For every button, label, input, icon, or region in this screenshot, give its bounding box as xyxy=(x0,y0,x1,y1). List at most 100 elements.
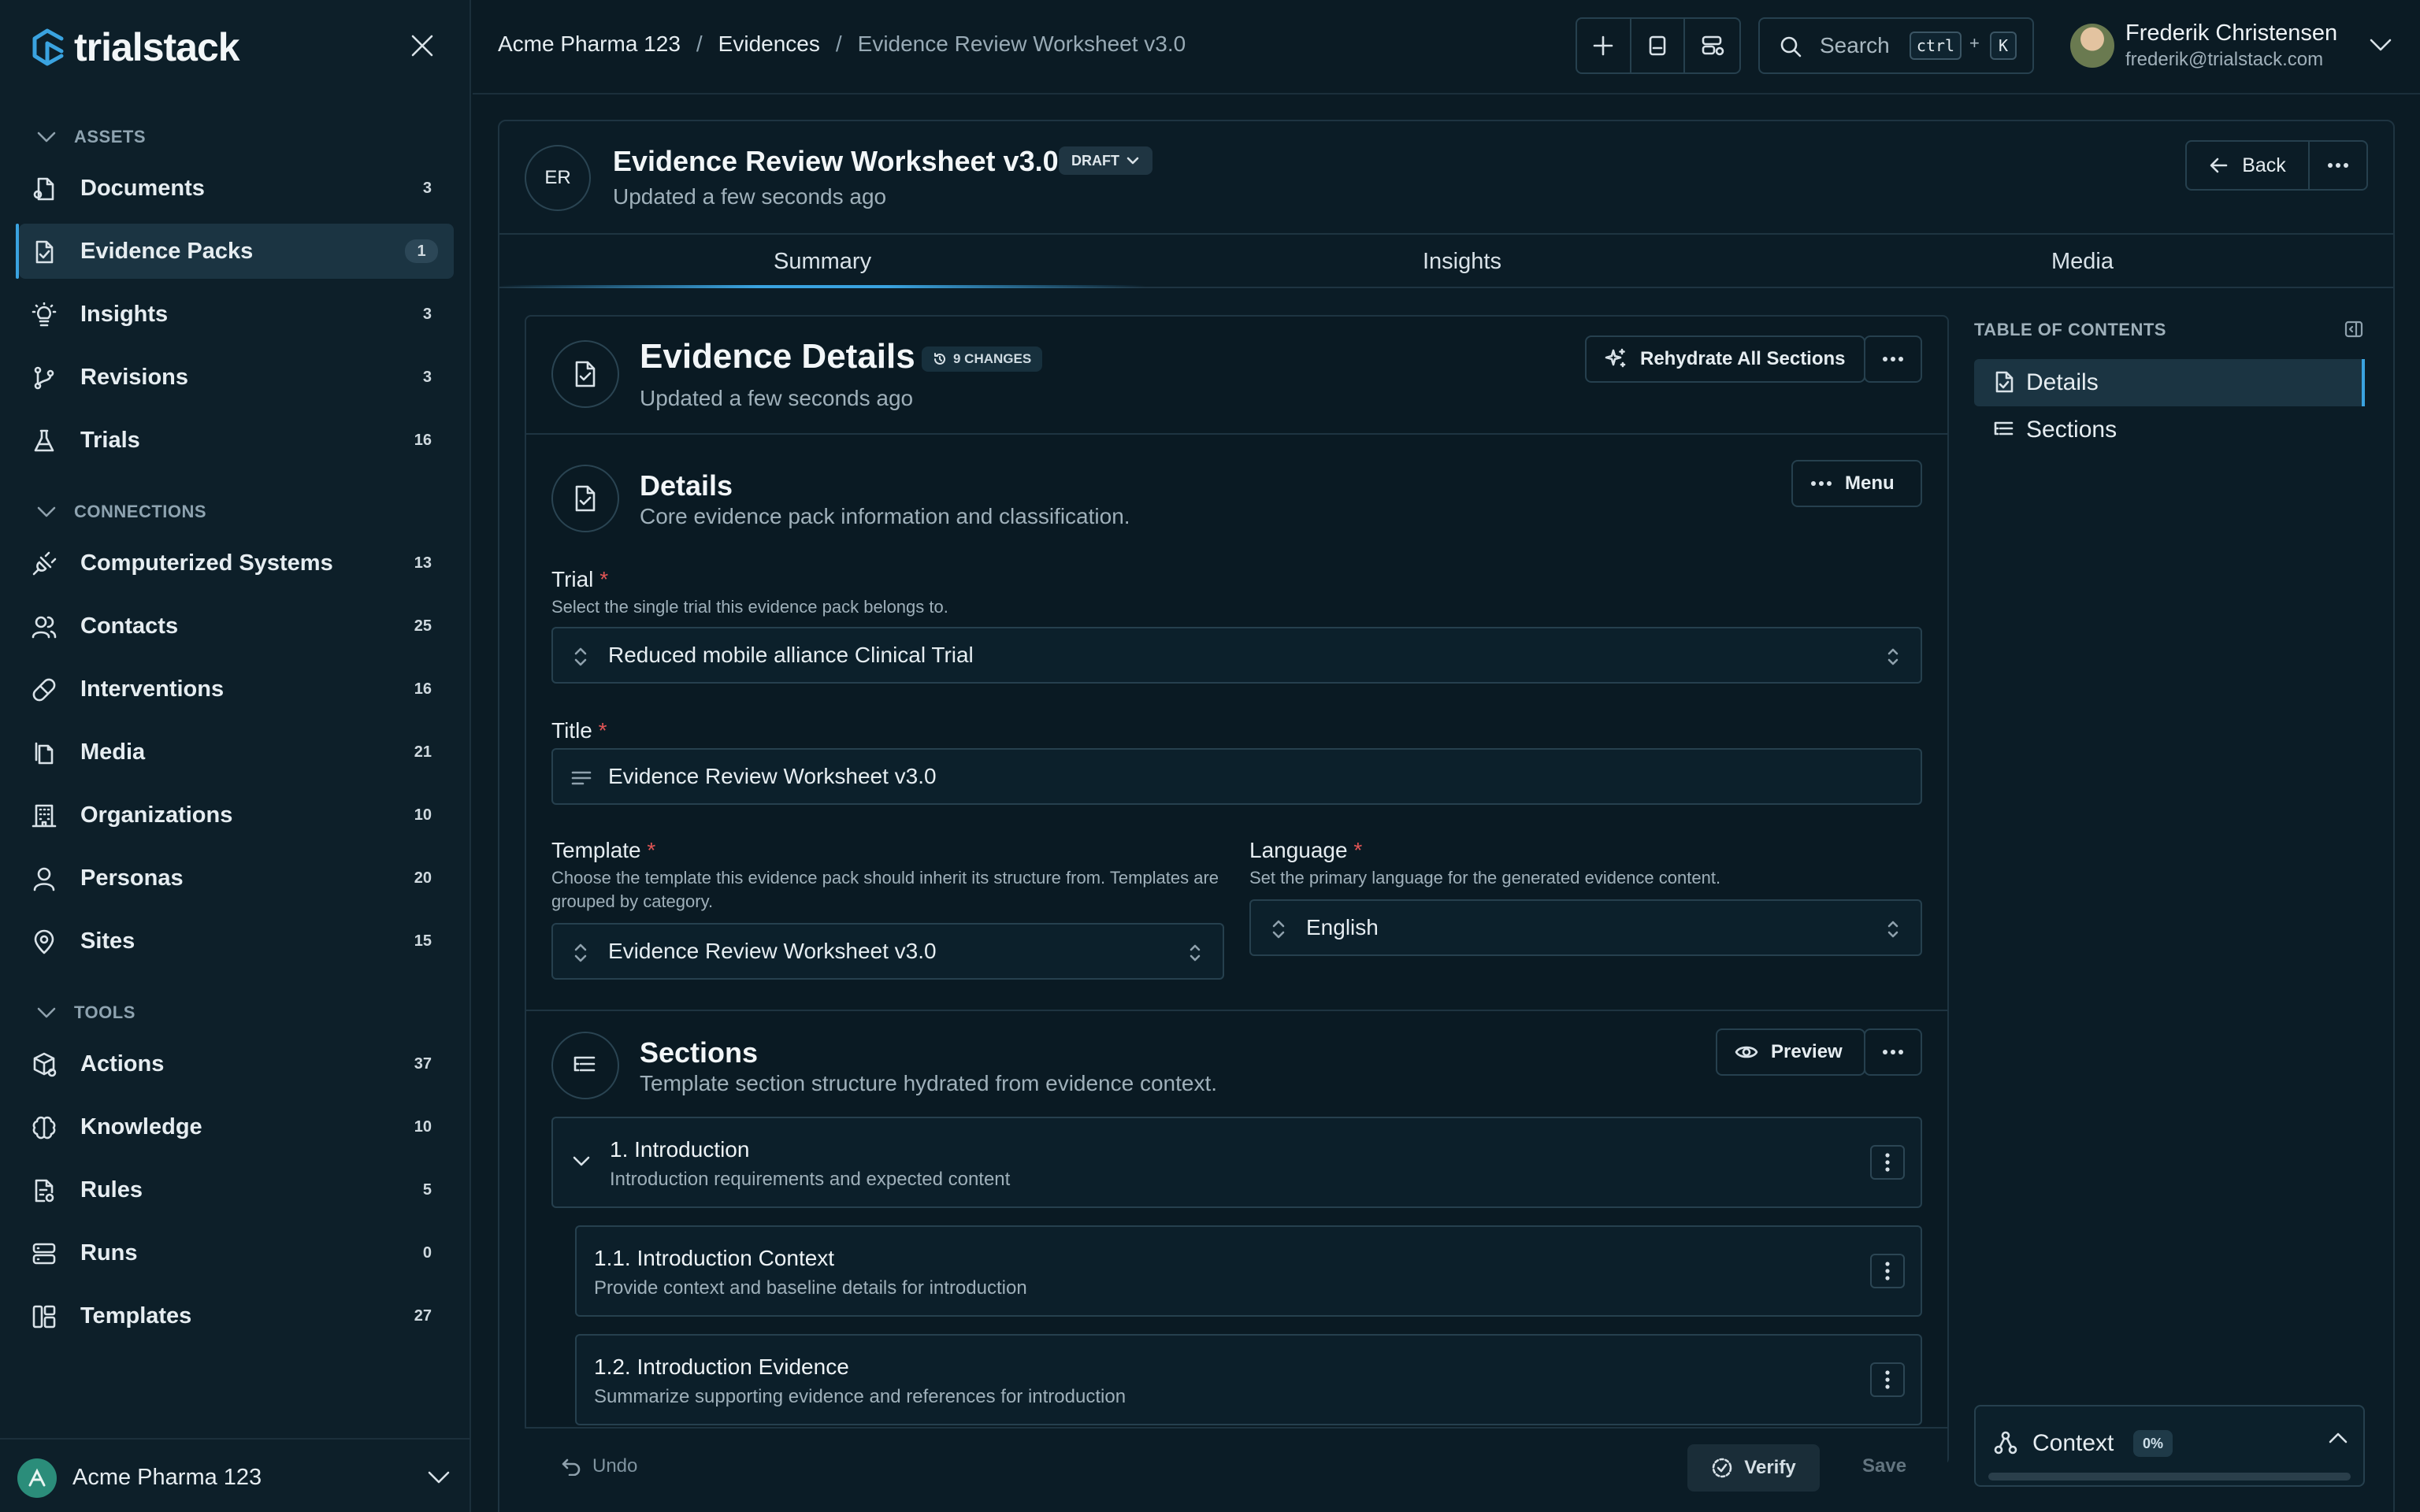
tab-insights[interactable]: Insights xyxy=(1423,249,1501,275)
panel-collapse-icon[interactable] xyxy=(2344,320,2363,339)
toc-item-sections[interactable]: Sections xyxy=(1974,406,2365,454)
org-switcher[interactable]: Acme Pharma 123 xyxy=(0,1438,471,1512)
sidebar-item-label: Rules xyxy=(80,1177,143,1203)
org-avatar xyxy=(17,1458,57,1498)
changes-badge[interactable]: 9 CHANGES xyxy=(922,346,1043,372)
sidebar-item-interventions[interactable]: Interventions 16 xyxy=(19,662,454,717)
sidebar-item-personas[interactable]: Personas 20 xyxy=(19,850,454,906)
section-title: 1.2. Introduction Evidence xyxy=(594,1354,849,1379)
add-button[interactable] xyxy=(1577,19,1631,72)
media-icon xyxy=(35,742,54,765)
map-pin-icon xyxy=(34,929,54,954)
page-title: Evidence Review Worksheet v3.0 xyxy=(613,145,1059,177)
evidence-icon-badge xyxy=(551,340,619,408)
evidence-pack-icon xyxy=(35,240,54,264)
title-value: Evidence Review Worksheet v3.0 xyxy=(608,764,937,788)
sidebar-item-sites[interactable]: Sites 15 xyxy=(19,914,454,969)
sections-title: Sections xyxy=(640,1036,759,1069)
sidebar-item-count: 25 xyxy=(414,617,432,635)
details-icon-badge xyxy=(551,465,619,532)
chevron-down-icon xyxy=(37,132,56,143)
sidebar-group-assets[interactable]: ASSETS xyxy=(36,123,146,151)
chevron-down-icon[interactable] xyxy=(2368,36,2393,54)
sidebar-item-trials[interactable]: Trials 16 xyxy=(19,413,454,468)
sidebar-item-rules[interactable]: Rules 5 xyxy=(19,1162,454,1217)
sidebar-item-media[interactable]: Media 21 xyxy=(19,724,454,780)
undo-icon xyxy=(562,1458,581,1476)
chevron-down-icon[interactable] xyxy=(572,1154,591,1169)
search-icon xyxy=(1780,36,1802,57)
section-menu-button[interactable] xyxy=(1870,1362,1905,1397)
context-percent: 0% xyxy=(2133,1430,2173,1457)
sidebar-item-documents[interactable]: Documents 3 xyxy=(19,161,454,216)
user-avatar[interactable] xyxy=(2070,24,2114,68)
more-horizontal-icon xyxy=(1883,357,1903,361)
tab-summary[interactable]: Summary xyxy=(774,249,871,275)
sidebar-group-connections[interactable]: CONNECTIONS xyxy=(36,498,206,526)
list-tree-icon xyxy=(573,1056,596,1072)
section-row-introduction-context[interactable]: 1.1. Introduction Context Provide contex… xyxy=(575,1225,1922,1317)
section-row-introduction-evidence[interactable]: 1.2. Introduction Evidence Summarize sup… xyxy=(575,1334,1922,1425)
sidebar-item-runs[interactable]: Runs 0 xyxy=(19,1225,454,1280)
template-value: Evidence Review Worksheet v3.0 xyxy=(608,939,937,963)
document-view-button[interactable] xyxy=(1631,19,1686,72)
trial-select[interactable]: Reduced mobile alliance Clinical Trial xyxy=(551,627,1922,684)
sidebar-item-evidence-packs[interactable]: Evidence Packs 1 xyxy=(16,224,454,279)
user-name[interactable]: Frederik Christensen xyxy=(2125,20,2337,46)
status-badge[interactable]: DRAFT xyxy=(1059,146,1152,175)
context-panel[interactable]: Context 0% xyxy=(1974,1405,2365,1487)
title-input[interactable]: Evidence Review Worksheet v3.0 xyxy=(551,748,1922,805)
sidebar-item-count: 27 xyxy=(414,1306,432,1325)
sections-icon-badge xyxy=(551,1032,619,1099)
sidebar-item-knowledge[interactable]: Knowledge 10 xyxy=(19,1099,454,1154)
sidebar-item-insights[interactable]: Insights 3 xyxy=(19,287,454,342)
sidebar-item-templates[interactable]: Templates 27 xyxy=(19,1288,454,1343)
sidebar-item-organizations[interactable]: Organizations 10 xyxy=(19,788,454,843)
chevrons-up-down-icon xyxy=(1887,921,1899,938)
sidebar-item-count: 5 xyxy=(422,1180,432,1199)
sidebar-item-count: 3 xyxy=(422,368,432,386)
section-desc: Introduction requirements and expected c… xyxy=(610,1169,1011,1190)
sidebar-item-label: Contacts xyxy=(80,613,179,639)
breadcrumb-current: Evidence Review Worksheet v3.0 xyxy=(857,32,1186,56)
sidebar-item-computerized-systems[interactable]: Computerized Systems 13 xyxy=(19,536,454,591)
save-button[interactable]: Save xyxy=(1862,1455,1906,1477)
database-button[interactable] xyxy=(1685,19,1739,72)
language-select[interactable]: English xyxy=(1249,899,1922,956)
evidence-more-button[interactable] xyxy=(1864,335,1922,383)
rehydrate-all-button[interactable]: Rehydrate All Sections xyxy=(1585,335,1865,383)
chevrons-up-down-icon xyxy=(1272,920,1285,939)
undo-button[interactable]: Undo xyxy=(561,1455,637,1477)
sidebar-item-contacts[interactable]: Contacts 25 xyxy=(19,598,454,654)
template-select[interactable]: Evidence Review Worksheet v3.0 xyxy=(551,923,1224,980)
tab-media[interactable]: Media xyxy=(2051,249,2114,275)
verify-button[interactable]: Verify xyxy=(1687,1444,1820,1492)
sidebar-item-count: 16 xyxy=(414,680,432,698)
sidebar-group-tools[interactable]: TOOLS xyxy=(36,999,135,1027)
toolbar-group xyxy=(1576,17,1741,74)
chevron-up-icon[interactable] xyxy=(2327,1430,2349,1446)
section-menu-button[interactable] xyxy=(1870,1145,1905,1180)
chevrons-up-down-icon xyxy=(1190,944,1201,962)
section-menu-button[interactable] xyxy=(1870,1254,1905,1288)
back-button[interactable]: Back xyxy=(2187,142,2310,189)
toc-item-details[interactable]: Details xyxy=(1974,359,2365,406)
breadcrumb: Acme Pharma 123 / Evidences / Evidence R… xyxy=(498,32,1186,57)
breadcrumb-evidences[interactable]: Evidences xyxy=(718,32,820,57)
sections-more-button[interactable] xyxy=(1864,1028,1922,1076)
plug-icon xyxy=(32,551,57,576)
sidebar-item-count: 0 xyxy=(422,1243,432,1262)
required-marker: * xyxy=(598,718,607,743)
more-options-button[interactable] xyxy=(2310,142,2366,189)
section-row-introduction[interactable]: 1. Introduction Introduction requirement… xyxy=(551,1117,1922,1208)
history-icon xyxy=(934,353,945,365)
preview-button[interactable]: Preview xyxy=(1716,1028,1865,1076)
close-sidebar-button[interactable] xyxy=(406,30,438,61)
breadcrumb-org[interactable]: Acme Pharma 123 xyxy=(498,32,681,57)
sidebar-item-actions[interactable]: Actions 37 xyxy=(19,1036,454,1091)
sidebar-item-revisions[interactable]: Revisions 3 xyxy=(19,350,454,405)
search-button[interactable]: Search ctrl + K xyxy=(1758,17,2034,74)
details-menu-button[interactable]: Menu xyxy=(1791,460,1922,507)
app-logo[interactable]: trialstack xyxy=(30,24,240,71)
title-label-text: Title xyxy=(551,718,592,743)
